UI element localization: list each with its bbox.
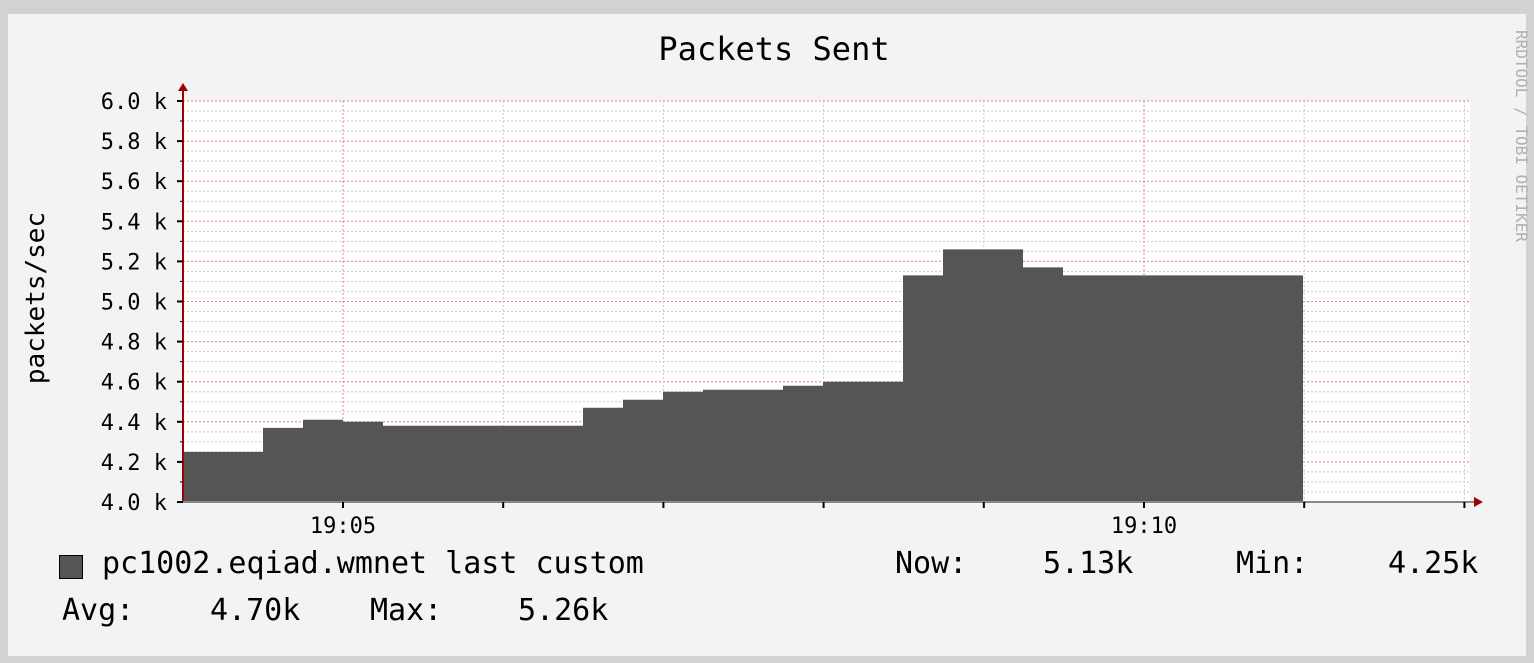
y-tick-label: 5.0 k	[101, 291, 167, 316]
legend-now-value: 5.13k	[1043, 546, 1134, 581]
y-axis-label: packets/sec	[21, 212, 51, 384]
legend-max-label: Max:	[370, 593, 443, 628]
legend-swatch	[59, 555, 83, 579]
y-tick-label: 4.0 k	[101, 491, 167, 516]
legend-min-value: 4.25k	[1388, 546, 1479, 581]
y-tick-label: 4.2 k	[101, 451, 167, 476]
y-tick-label: 4.8 k	[101, 331, 167, 356]
x-axis-arrow	[1474, 497, 1483, 507]
y-tick-label: 5.2 k	[101, 250, 167, 275]
y-tick-label: 5.4 k	[101, 210, 167, 235]
legend-now-label: Now:	[895, 546, 968, 581]
watermark: RRDTOOL / TOBI OETIKER	[1512, 30, 1531, 242]
y-tick-label: 4.4 k	[101, 411, 167, 436]
y-tick-label: 6.0 k	[101, 90, 167, 115]
legend-avg-label: Avg:	[62, 593, 135, 628]
x-tick-label: 19:05	[310, 514, 376, 539]
legend-avg-value: 4.70k	[210, 593, 301, 628]
chart-title: Packets Sent	[658, 30, 889, 68]
y-tick-label: 4.6 k	[101, 371, 167, 396]
y-axis-arrow	[178, 83, 188, 91]
y-tick-label: 5.6 k	[101, 170, 167, 195]
y-tick-labels: 4.0 k 4.2 k 4.4 k 4.6 k 4.8 k 5.0 k 5.2 k 5.4 k…	[101, 90, 167, 516]
legend-max-value: 5.26k	[518, 593, 609, 628]
legend-min-label: Min:	[1236, 546, 1309, 581]
y-tick-label: 5.8 k	[101, 130, 167, 155]
x-tick-label: 19:10	[1111, 514, 1177, 539]
x-tick-labels: 19:05 19:10	[310, 514, 1177, 539]
legend-series-label: pc1002.eqiad.wmnet last custom	[102, 546, 644, 581]
